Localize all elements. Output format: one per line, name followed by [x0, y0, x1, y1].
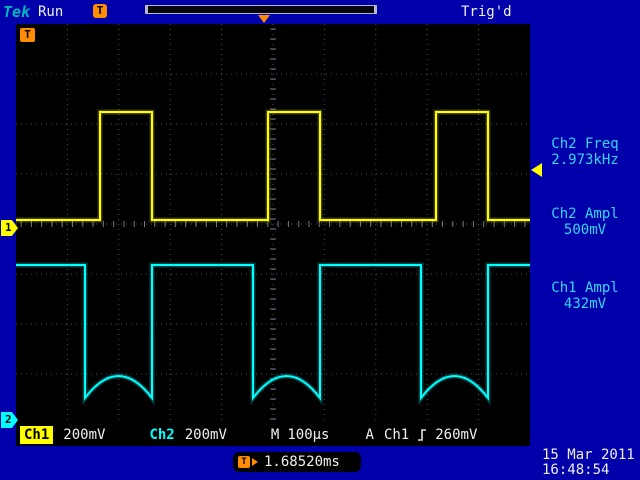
- timebase-label: M: [271, 427, 279, 443]
- ch1-scale-value: 200mV: [63, 427, 105, 443]
- graticule: T: [16, 24, 530, 424]
- right-arrow-icon: [252, 458, 258, 466]
- horizontal-position-value: 1.68520ms: [264, 454, 340, 470]
- measurement-ch2-freq: Ch2 Freq 2.973kHz: [532, 136, 638, 168]
- measurement-value: 2.973kHz: [532, 152, 638, 168]
- ch2-scale-label: Ch2: [149, 427, 174, 443]
- date-text: 15 Mar 2011: [542, 448, 635, 463]
- record-view-bar: [145, 5, 377, 14]
- trigger-corner-marker: T: [20, 28, 35, 42]
- trigger-position-arrow-icon: [258, 15, 270, 23]
- time-text: 16:48:54: [542, 463, 635, 478]
- horizontal-position-readout: T 1.68520ms: [233, 452, 361, 472]
- datetime: 15 Mar 2011 16:48:54: [542, 448, 635, 478]
- ch1-scale-chip: Ch1: [20, 426, 53, 444]
- waveform-plot: [16, 24, 530, 424]
- oscilloscope-screen: Tek Run T Trig'd T 1 2 Ch2 Freq 2.973kHz…: [0, 0, 640, 480]
- timebase-value: 100µs: [287, 427, 329, 443]
- measurement-ch2-ampl: Ch2 Ampl 500mV: [532, 206, 638, 238]
- measurement-value: 432mV: [532, 296, 638, 312]
- measurement-ch1-ampl: Ch1 Ampl 432mV: [532, 280, 638, 312]
- measurement-label: Ch2 Ampl: [532, 206, 638, 222]
- trigger-status: Trig'd: [461, 4, 512, 20]
- acquisition-status: Run: [38, 4, 63, 20]
- trigger-level-value: 260mV: [435, 427, 477, 443]
- measurement-label: Ch2 Freq: [532, 136, 638, 152]
- rising-edge-icon: [417, 428, 427, 442]
- ch2-scale-value: 200mV: [185, 427, 227, 443]
- trigger-marker-icon: T: [93, 4, 107, 18]
- trigger-source-value: Ch1: [384, 427, 409, 443]
- trigger-marker-icon: T: [238, 456, 250, 468]
- measurement-label: Ch1 Ampl: [532, 280, 638, 296]
- measurement-value: 500mV: [532, 222, 638, 238]
- trigger-mode-label: A: [366, 427, 374, 443]
- bottom-readout-bar: Ch1 200mV Ch2 200mV M 100µs A Ch1 260mV: [16, 424, 530, 446]
- tek-logo: Tek: [3, 3, 30, 21]
